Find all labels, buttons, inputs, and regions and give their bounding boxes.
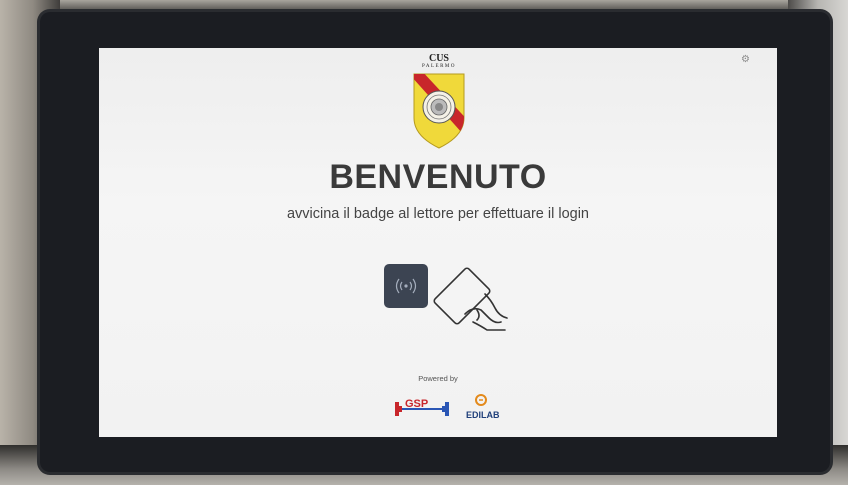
sponsor-logos-svg: GSP EDILAB (395, 394, 500, 420)
welcome-heading: BENVENUTO (329, 158, 547, 196)
login-screen: ⚙ CUS PALERMO BENVENUTO avvicina il badg… (99, 48, 777, 437)
shield-icon (413, 73, 465, 149)
powered-by-label: Powered by (418, 374, 458, 383)
badge-reader-icon (384, 264, 428, 308)
logo-title: CUS (428, 53, 449, 64)
edilab-text: EDILAB (466, 410, 500, 420)
gsp-logo: GSP (395, 398, 449, 416)
hand-card-icon (433, 267, 508, 331)
nfc-wave-icon (395, 278, 417, 294)
login-instruction: avvicina il badge al lettore per effettu… (286, 206, 589, 222)
edilab-logo: EDILAB (466, 394, 500, 420)
gear-icon[interactable]: ⚙ (741, 55, 751, 65)
gsp-text: GSP (405, 398, 428, 410)
cus-palermo-logo: CUS PALERMO (409, 54, 469, 158)
sponsor-logos: GSP EDILAB (391, 392, 521, 424)
